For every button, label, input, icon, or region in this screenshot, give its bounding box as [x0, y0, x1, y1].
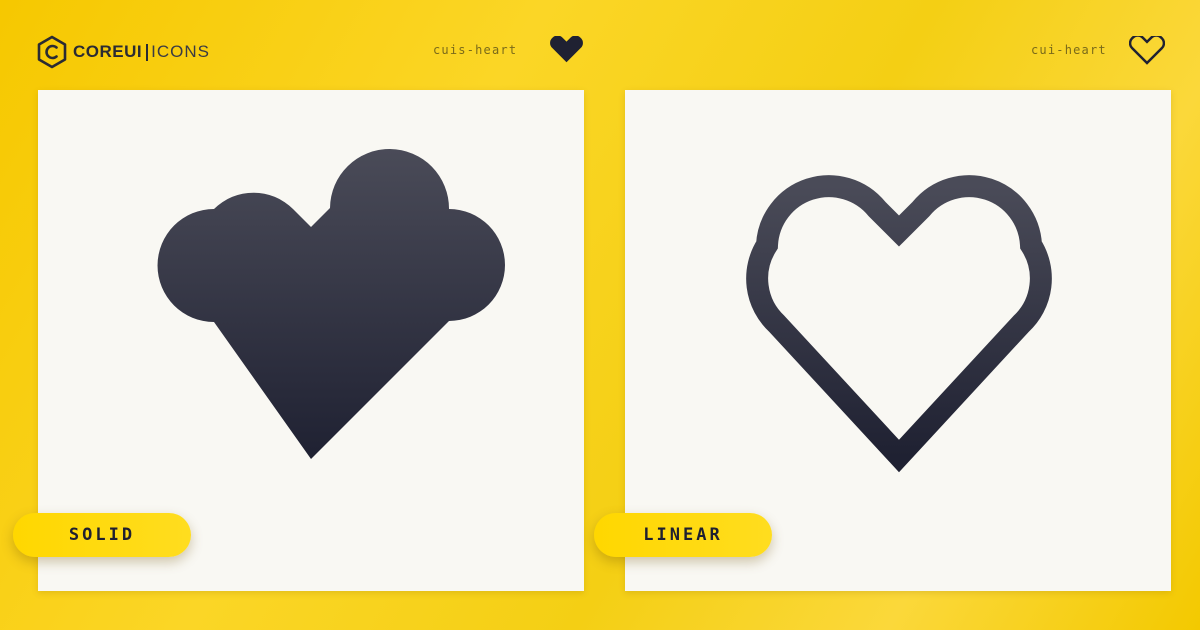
heart-solid-small-icon [550, 36, 583, 63]
linear-label-pill: LINEAR [594, 513, 772, 557]
solid-label-pill: SOLID [13, 513, 191, 557]
logo-text-strong: COREUI [73, 42, 143, 61]
hexagon-c-icon [37, 35, 67, 69]
solid-icon-name: cuis-heart [433, 43, 518, 57]
linear-icon-name: cui-heart [1031, 43, 1107, 57]
coreui-icons-logo: COREUI ICONS [37, 35, 210, 69]
logo-wordmark: COREUI ICONS [73, 42, 210, 62]
logo-separator [146, 43, 149, 61]
heart-outline-small-icon [1129, 36, 1165, 65]
logo-text-light: ICONS [151, 42, 210, 61]
